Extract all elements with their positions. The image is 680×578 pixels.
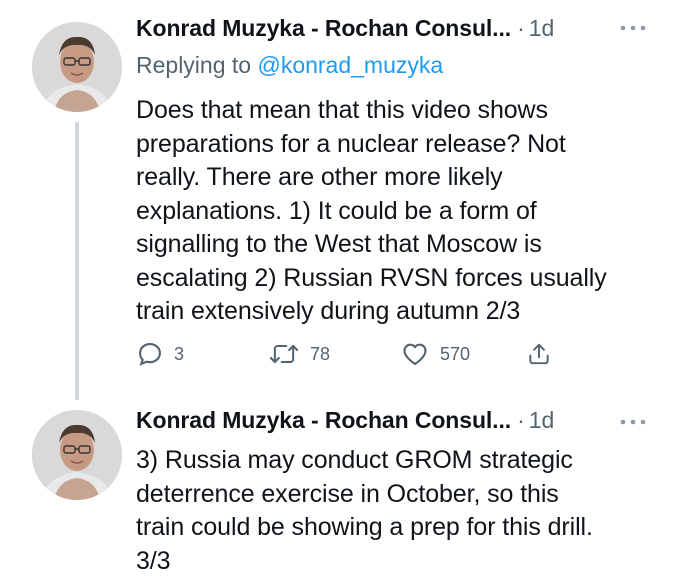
retweet-count: 78 [310, 344, 330, 365]
tweet-header: Konrad Muzyka - Rochan Consul... · 1d [136, 400, 660, 440]
author-name[interactable]: Konrad Muzyka - Rochan Consul... [136, 407, 511, 434]
replying-prefix: Replying to [136, 52, 251, 78]
tweet-text: 3) Russia may conduct GROM strategic det… [136, 444, 646, 578]
tweet-timestamp[interactable]: 1d [529, 407, 555, 434]
avatar-photo [32, 22, 122, 112]
tweet-header: Konrad Muzyka - Rochan Consul... · 1d [136, 8, 660, 48]
share-icon [526, 340, 552, 368]
tweet-text: Does that mean that this video shows pre… [136, 94, 646, 329]
header-separator: · [517, 15, 525, 42]
reply-count: 3 [174, 344, 184, 365]
share-button[interactable] [526, 336, 552, 372]
tweet-text-line: escalating 2) Russian RVSN forces usuall… [136, 262, 646, 296]
tweet-1[interactable]: Konrad Muzyka - Rochan Consul... · 1d Re… [0, 0, 680, 400]
tweet-text-line: deterrence exercise in October, so this [136, 478, 646, 512]
tweet-text-line: signalling to the West that Moscow is [136, 228, 646, 262]
tweet-text-line: 3) Russia may conduct GROM strategic [136, 444, 646, 478]
header-separator: · [517, 407, 525, 434]
author-avatar[interactable] [32, 22, 122, 112]
tweet-text-line: train could be showing a prep for this d… [136, 511, 646, 545]
author-avatar[interactable] [32, 410, 122, 500]
reply-button[interactable]: 3 [136, 336, 184, 372]
tweet-text-line: 3/3 [136, 545, 646, 578]
reply-icon [136, 340, 164, 368]
replying-handle-link[interactable]: @konrad_muzyka [257, 52, 443, 78]
tweet-2[interactable]: Konrad Muzyka - Rochan Consul... · 1d 3)… [0, 400, 680, 577]
retweet-icon [268, 340, 300, 368]
more-options-icon[interactable] [616, 16, 650, 40]
tweet-text-line: explanations. 1) It could be a form of [136, 195, 646, 229]
retweet-button[interactable]: 78 [268, 336, 330, 372]
author-name[interactable]: Konrad Muzyka - Rochan Consul... [136, 15, 511, 42]
replying-to: Replying to @konrad_muzyka [136, 52, 443, 79]
tweet-text-line: really. There are other more likely [136, 161, 646, 195]
more-options-icon[interactable] [616, 410, 650, 434]
avatar-photo [32, 410, 122, 500]
tweet-text-line: preparations for a nuclear release? Not [136, 128, 646, 162]
like-button[interactable]: 570 [400, 336, 470, 372]
heart-icon [400, 340, 430, 368]
tweet-actions: 3 78 570 [136, 336, 576, 372]
tweet-timestamp[interactable]: 1d [529, 15, 555, 42]
like-count: 570 [440, 344, 470, 365]
tweet-text-line: Does that mean that this video shows [136, 94, 646, 128]
tweet-text-line: train extensively during autumn 2/3 [136, 295, 646, 329]
